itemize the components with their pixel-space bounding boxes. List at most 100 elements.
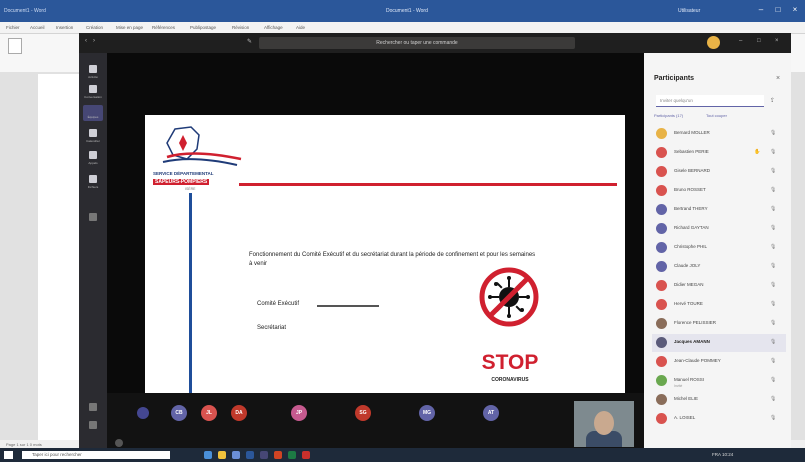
apps-icon[interactable] — [89, 403, 97, 411]
files-icon[interactable] — [89, 175, 97, 183]
participant-avatar — [656, 204, 667, 215]
powerpoint-taskbar-icon[interactable] — [274, 451, 282, 459]
participant-avatar[interactable]: DA — [231, 405, 247, 421]
participant-name: Christophe PHIL — [674, 244, 708, 249]
teams-minimize-icon[interactable]: – — [739, 38, 742, 44]
ribbon-tab[interactable]: Insertion — [56, 25, 73, 30]
more-apps-icon[interactable] — [89, 213, 97, 221]
participant-row[interactable]: Bertrand THERY 🎙 — [652, 201, 786, 219]
participant-row[interactable]: Claude JOLY 🎙 — [652, 258, 786, 276]
participant-row[interactable]: Bruno ROSSET 🎙 — [652, 182, 786, 200]
participant-row[interactable]: A. LOISEL 🎙 — [652, 410, 786, 428]
participant-row[interactable]: Christophe PHIL 🎙 — [652, 239, 786, 257]
microphone-icon: 🎙 — [770, 301, 777, 307]
ribbon-tab[interactable]: Révision — [232, 25, 249, 30]
participant-row[interactable]: Gisele BERNARD 🎙 — [652, 163, 786, 181]
participant-avatar[interactable]: CB — [171, 405, 187, 421]
minimize-icon[interactable]: – — [755, 5, 767, 15]
participant-avatar[interactable]: MG — [419, 405, 435, 421]
activity-icon[interactable] — [89, 65, 97, 73]
participant-row[interactable]: Didier MEGAN 🎙 — [652, 277, 786, 295]
word-title-bar: Document1 - Word Document1 - Word Utilis… — [0, 0, 805, 22]
close-icon[interactable]: × — [789, 5, 801, 15]
teams-window: ‹ › ✎ Rechercher ou taper une commande –… — [79, 33, 791, 448]
ribbon-tab[interactable]: Création — [86, 25, 103, 30]
call-controls-icon[interactable] — [137, 407, 149, 419]
ribbon-tab[interactable]: Publipostage — [190, 25, 216, 30]
participant-avatar — [656, 356, 667, 367]
mail-icon[interactable] — [232, 451, 240, 459]
self-video-tile[interactable] — [574, 401, 634, 447]
invite-input[interactable]: Inviter quelqu'un — [656, 95, 764, 107]
teams-taskbar-icon[interactable] — [260, 451, 268, 459]
logo-text-isere: ISÈRE — [185, 187, 196, 191]
participant-row[interactable]: Michel ELIE 🎙 — [652, 391, 786, 409]
video-person-face — [594, 411, 614, 435]
participant-avatar[interactable]: JL — [201, 405, 217, 421]
call-participant-bar: CB JL DA JP SG MG AT — [107, 393, 644, 448]
participant-avatar — [656, 375, 667, 386]
forward-icon[interactable]: › — [93, 38, 95, 44]
app-taskbar-icon[interactable] — [302, 451, 310, 459]
participant-row[interactable]: Jean-Claude POMMEY 🎙 — [652, 353, 786, 371]
ribbon-tab[interactable]: Accueil — [30, 25, 45, 30]
edge-icon[interactable] — [204, 451, 212, 459]
rail-label-teams: Équipes — [87, 115, 99, 119]
participant-name: Bernard MOLLER — [674, 130, 710, 135]
help-icon[interactable] — [89, 421, 97, 429]
word-page[interactable] — [38, 74, 80, 448]
ribbon-tab[interactable]: Mise en page — [116, 25, 143, 30]
participant-row[interactable]: Sebastien PERIE 🎙 ✋ — [652, 144, 786, 162]
participant-row[interactable]: Florence PELISSIER 🎙 — [652, 315, 786, 333]
excel-taskbar-icon[interactable] — [288, 451, 296, 459]
taskbar-search[interactable]: Taper ici pour rechercher — [22, 451, 170, 459]
microphone-icon: 🎙 — [770, 339, 777, 345]
participant-avatar — [656, 261, 667, 272]
more-icon[interactable] — [115, 439, 123, 447]
ribbon-tab[interactable]: Fichier — [6, 25, 20, 30]
user-avatar[interactable] — [707, 36, 720, 49]
chat-icon[interactable] — [89, 85, 97, 93]
participant-row[interactable]: Jacques AMANN 🎙 — [652, 334, 786, 352]
ribbon-tab[interactable]: Aide — [296, 25, 305, 30]
participant-row[interactable]: Manuel ROSSI 🎙 Invité — [652, 372, 786, 390]
rail-label-calendar: Calendrier — [86, 139, 100, 143]
participant-row[interactable]: Richard GAYTAN 🎙 — [652, 220, 786, 238]
participant-avatar[interactable]: JP — [291, 405, 307, 421]
microphone-icon: 🎙 — [770, 149, 777, 155]
teams-maximize-icon[interactable]: □ — [757, 38, 761, 44]
close-panel-icon[interactable]: × — [776, 75, 780, 82]
ribbon-tab[interactable]: Références — [152, 25, 175, 30]
participant-name: Bruno ROSSET — [674, 187, 706, 192]
system-tray[interactable]: FRA 10:24 — [712, 452, 733, 457]
share-invite-icon[interactable]: ⇪ — [770, 97, 775, 104]
windows-start-icon[interactable] — [4, 451, 13, 459]
participant-row[interactable]: Hervé TOURE 🎙 — [652, 296, 786, 314]
participant-avatar[interactable]: SG — [355, 405, 371, 421]
paste-icon[interactable] — [8, 38, 22, 54]
word-user-name[interactable]: Utilisateur — [678, 8, 700, 14]
calls-icon[interactable] — [89, 151, 97, 159]
teams-search-input[interactable]: Rechercher ou taper une commande — [259, 37, 575, 49]
compose-icon[interactable]: ✎ — [247, 38, 252, 45]
participant-avatar[interactable]: AT — [483, 405, 499, 421]
participant-name: Sebastien PERIE — [674, 149, 709, 154]
participant-avatar — [656, 280, 667, 291]
slide-item-secretariat: Secrétariat — [257, 325, 287, 331]
participants-panel: Participants × Inviter quelqu'un ⇪ Parti… — [644, 53, 791, 448]
participant-name: Gisele BERNARD — [674, 168, 711, 173]
back-icon[interactable]: ‹ — [85, 38, 87, 44]
ribbon-tab[interactable]: Affichage — [264, 25, 283, 30]
calendar-icon[interactable] — [89, 129, 97, 137]
participant-avatar — [656, 223, 667, 234]
participant-name: Michel ELIE — [674, 396, 699, 401]
maximize-icon[interactable]: □ — [772, 5, 784, 15]
teams-close-icon[interactable]: × — [775, 38, 779, 44]
raised-hand-icon: ✋ — [754, 149, 761, 155]
mute-all-link[interactable]: Tout couper — [706, 113, 727, 118]
participant-row[interactable]: Bernard MOLLER 🎙 — [652, 125, 786, 143]
participant-role: Invité — [674, 384, 683, 388]
word-taskbar-icon[interactable] — [246, 451, 254, 459]
file-explorer-icon[interactable] — [218, 451, 226, 459]
participant-avatar — [656, 318, 667, 329]
